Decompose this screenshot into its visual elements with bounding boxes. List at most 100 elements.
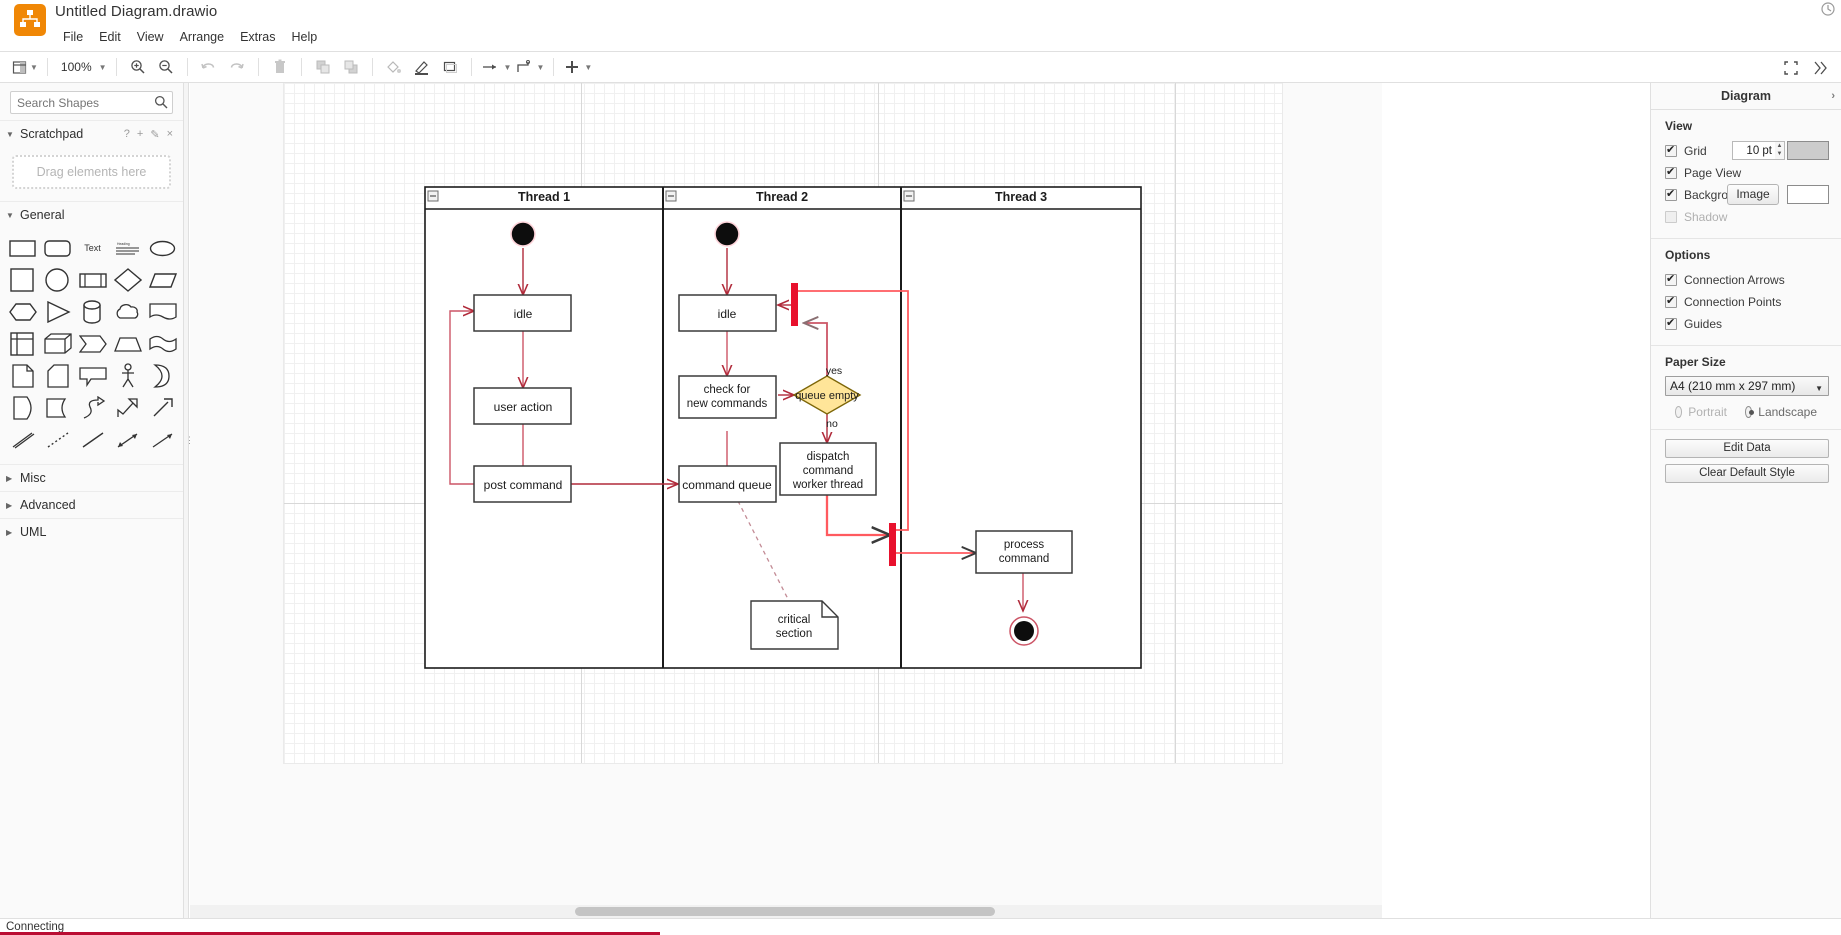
scratchpad-header[interactable]: ▼ Scratchpad ? + ✎ ×: [0, 120, 183, 147]
sync-bar-lower[interactable]: [889, 523, 896, 566]
window-menu-icon[interactable]: [1819, 0, 1837, 18]
or-shape[interactable]: [146, 362, 179, 390]
note-critical-section[interactable]: critical section: [750, 600, 839, 650]
activity-dispatch-command-worker-thread[interactable]: dispatch command worker thread: [779, 442, 877, 496]
shadow-checkbox[interactable]: [1665, 211, 1677, 223]
callout-shape[interactable]: [76, 362, 109, 390]
shadow-icon[interactable]: [438, 55, 462, 79]
background-image-button[interactable]: Image: [1727, 184, 1779, 205]
document-shape[interactable]: [146, 298, 179, 326]
rounded-rectangle-shape[interactable]: [41, 234, 74, 262]
initial-node-thread-1[interactable]: [510, 221, 536, 247]
clear-default-style-button[interactable]: Clear Default Style: [1665, 464, 1829, 483]
scratchpad-add-icon[interactable]: +: [137, 128, 143, 141]
textbox-shape[interactable]: Heading: [111, 234, 144, 262]
cloud-shape[interactable]: [111, 298, 144, 326]
fill-color-icon[interactable]: [382, 55, 406, 79]
section-uml-header[interactable]: ▶ UML: [0, 518, 183, 545]
horizontal-scrollbar-thumb[interactable]: [575, 907, 995, 916]
edit-data-button[interactable]: Edit Data: [1665, 439, 1829, 458]
arrow-shape[interactable]: [146, 394, 179, 422]
circle-shape[interactable]: [41, 266, 74, 294]
fullscreen-icon[interactable]: [1779, 56, 1803, 80]
ellipse-shape[interactable]: [146, 234, 179, 262]
guides-checkbox[interactable]: [1665, 316, 1677, 330]
connection-arrows-checkbox[interactable]: [1665, 272, 1677, 286]
directional-arrow-shape[interactable]: [111, 426, 144, 454]
menu-extras[interactable]: Extras: [232, 28, 283, 46]
chevron-right-icon[interactable]: ›: [1831, 90, 1835, 102]
background-checkbox[interactable]: [1665, 187, 1677, 201]
scratchpad-help-icon[interactable]: ?: [124, 128, 130, 141]
sync-bar-upper[interactable]: [791, 283, 798, 326]
rectangle-shape[interactable]: [6, 234, 39, 262]
menu-edit[interactable]: Edit: [91, 28, 129, 46]
triangle-shape[interactable]: [41, 298, 74, 326]
swimlane-pool[interactable]: [424, 186, 1142, 669]
tape-shape[interactable]: [146, 330, 179, 358]
activity-idle-thread-2[interactable]: idle: [678, 294, 777, 332]
zoom-out-icon[interactable]: [154, 55, 178, 79]
activity-diagram[interactable]: Thread 1 Thread 2 Thread 3 idle user act…: [190, 83, 1382, 935]
cube-shape[interactable]: [41, 330, 74, 358]
double-line-shape[interactable]: [6, 426, 39, 454]
final-node-thread-3[interactable]: [1009, 616, 1039, 646]
arrow-style-icon[interactable]: ▼: [481, 55, 511, 79]
process-shape[interactable]: [76, 266, 109, 294]
redo-icon[interactable]: [225, 55, 249, 79]
actor-shape[interactable]: [111, 362, 144, 390]
card-shape[interactable]: [41, 362, 74, 390]
parallelogram-shape[interactable]: [146, 266, 179, 294]
horizontal-scrollbar[interactable]: [190, 905, 1382, 918]
hexagon-shape[interactable]: [6, 298, 39, 326]
note-shape[interactable]: [6, 362, 39, 390]
search-input[interactable]: [10, 91, 173, 114]
trash-icon[interactable]: [268, 55, 292, 79]
section-advanced-header[interactable]: ▶ Advanced: [0, 491, 183, 518]
initial-node-thread-2[interactable]: [714, 221, 740, 247]
portrait-radio[interactable]: [1675, 406, 1683, 418]
scratchpad-dropzone[interactable]: Drag elements here: [12, 155, 171, 189]
cylinder-shape[interactable]: [76, 298, 109, 326]
activity-command-queue[interactable]: command queue: [678, 465, 777, 503]
trapezoid-shape[interactable]: [111, 330, 144, 358]
page-view-icon[interactable]: ▼: [12, 55, 38, 79]
line-shape[interactable]: [76, 426, 109, 454]
diagram-canvas[interactable]: Thread 1 Thread 2 Thread 3 idle user act…: [190, 83, 1382, 935]
text-shape[interactable]: Text: [76, 234, 109, 262]
line-color-icon[interactable]: [410, 55, 434, 79]
menu-view[interactable]: View: [129, 28, 172, 46]
landscape-radio[interactable]: [1744, 406, 1755, 418]
data-storage-shape[interactable]: [6, 394, 39, 422]
scratchpad-edit-icon[interactable]: ✎: [150, 128, 159, 141]
menu-file[interactable]: File: [55, 28, 91, 46]
square-shape[interactable]: [6, 266, 39, 294]
section-misc-header[interactable]: ▶ Misc: [0, 464, 183, 491]
send-to-back-icon[interactable]: [339, 55, 363, 79]
zoom-in-icon[interactable]: [126, 55, 150, 79]
grid-checkbox[interactable]: [1665, 143, 1677, 157]
menu-arrange[interactable]: Arrange: [172, 28, 232, 46]
section-general-header[interactable]: ▼ General: [0, 201, 183, 228]
connection-points-checkbox[interactable]: [1665, 294, 1677, 308]
connection-style-icon[interactable]: ▼: [515, 55, 544, 79]
grid-size-stepper[interactable]: ▲ ▼: [1775, 141, 1785, 160]
bring-to-front-icon[interactable]: [311, 55, 335, 79]
dashed-line-shape[interactable]: [41, 426, 74, 454]
bidirectional-arrow-shape[interactable]: [111, 394, 144, 422]
curved-arrow-shape[interactable]: [76, 394, 109, 422]
activity-process-command[interactable]: process command: [975, 530, 1073, 574]
grid-color-swatch[interactable]: [1787, 141, 1829, 160]
undo-icon[interactable]: [197, 55, 221, 79]
activity-user-action[interactable]: user action: [473, 387, 572, 425]
diamond-shape[interactable]: [111, 266, 144, 294]
format-panel-icon[interactable]: [1807, 56, 1831, 80]
zoom-level-button[interactable]: 100% ▼: [57, 55, 107, 79]
step-shape[interactable]: [76, 330, 109, 358]
scratchpad-close-icon[interactable]: ×: [167, 128, 173, 141]
panel-splitter[interactable]: ⋮: [184, 83, 194, 935]
grid-size-input[interactable]: 10 pt: [1732, 141, 1776, 160]
paper-size-select[interactable]: A4 (210 mm x 297 mm) ▼: [1665, 376, 1829, 396]
plus-icon[interactable]: ▼: [563, 55, 592, 79]
simple-arrow-shape[interactable]: [146, 426, 179, 454]
